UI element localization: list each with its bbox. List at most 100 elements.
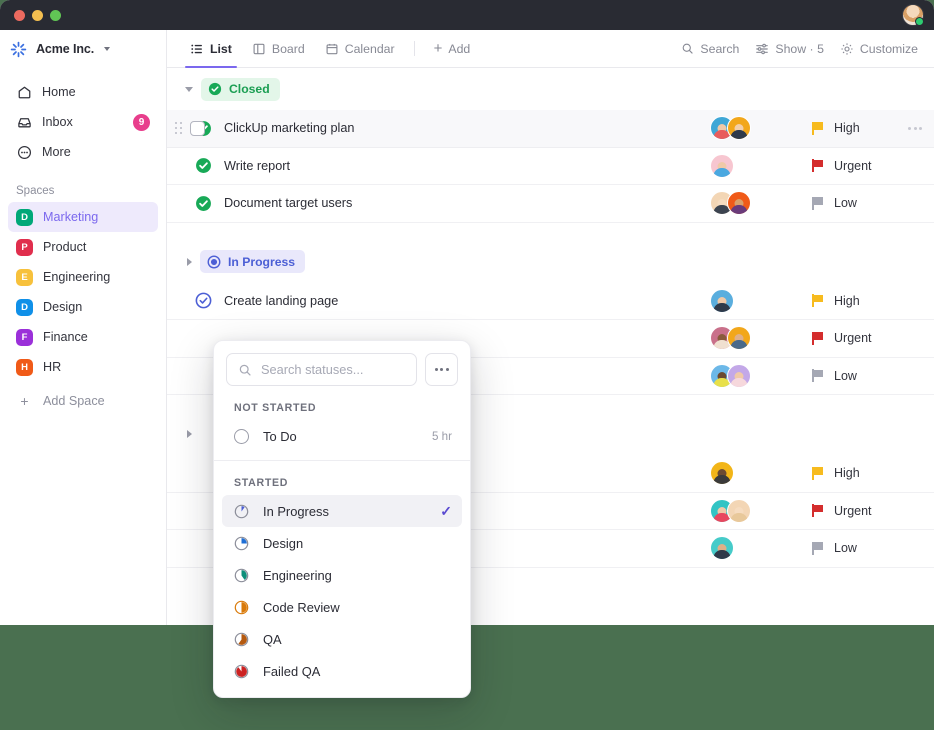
priority-label: Low bbox=[834, 541, 857, 556]
status-option-engineering-label: Engineering bbox=[263, 567, 332, 583]
avatar[interactable] bbox=[710, 153, 734, 178]
table-row[interactable]: Write report Urgent bbox=[167, 148, 934, 185]
status-option-engineering[interactable]: Engineering bbox=[222, 559, 462, 591]
assignee-avatars[interactable] bbox=[698, 536, 798, 561]
sidebar-item-inbox[interactable]: Inbox 9 bbox=[8, 107, 158, 137]
row-checkbox[interactable] bbox=[190, 120, 205, 136]
sidebar-item-design[interactable]: D Design bbox=[8, 292, 158, 322]
task-priority[interactable]: High bbox=[798, 121, 918, 135]
task-status-icon[interactable] bbox=[195, 502, 212, 519]
assignee-avatars[interactable] bbox=[698, 461, 798, 486]
assignee-avatars[interactable] bbox=[698, 116, 798, 141]
task-name[interactable]: ClickUp marketing plan bbox=[224, 121, 354, 135]
task-priority[interactable]: High bbox=[798, 466, 918, 480]
task-priority[interactable]: Low bbox=[798, 369, 918, 383]
task-status-icon[interactable] bbox=[195, 157, 212, 174]
priority-flag-icon bbox=[812, 466, 824, 480]
workspace-switcher[interactable]: Acme Inc. bbox=[0, 30, 166, 68]
space-avatar-product: P bbox=[16, 238, 33, 256]
task-name[interactable]: Create landing page bbox=[224, 294, 338, 308]
progress-pie-icon bbox=[234, 600, 249, 615]
task-priority[interactable]: Urgent bbox=[798, 159, 918, 173]
status-option-to-do[interactable]: To Do 5 hr bbox=[222, 420, 462, 452]
group-header-in-progress[interactable]: In Progress bbox=[167, 241, 934, 283]
expand-group-caret-icon[interactable] bbox=[187, 430, 192, 438]
group-header-closed[interactable]: Closed bbox=[167, 68, 934, 110]
task-priority[interactable]: Low bbox=[798, 196, 918, 210]
task-status-icon[interactable] bbox=[195, 195, 212, 212]
more-circle-icon bbox=[16, 144, 32, 160]
task-status-icon[interactable] bbox=[195, 330, 212, 347]
task-name[interactable]: Write report bbox=[224, 159, 290, 173]
avatar[interactable] bbox=[727, 498, 751, 523]
tab-calendar[interactable]: Calendar bbox=[316, 30, 404, 67]
sidebar-item-product[interactable]: P Product bbox=[8, 232, 158, 262]
minimize-window-button[interactable] bbox=[32, 9, 43, 21]
task-priority[interactable]: Low bbox=[798, 541, 918, 555]
avatar[interactable] bbox=[727, 191, 751, 216]
toolbar-divider bbox=[413, 41, 415, 56]
space-avatar-design: D bbox=[16, 298, 33, 316]
task-priority[interactable]: Urgent bbox=[798, 331, 918, 345]
status-option-design[interactable]: Design bbox=[222, 527, 462, 559]
avatar[interactable] bbox=[727, 363, 751, 388]
add-view-button[interactable]: + Add bbox=[425, 30, 480, 67]
sidebar-item-marketing[interactable]: D Marketing bbox=[8, 202, 158, 232]
assignee-avatars[interactable] bbox=[698, 153, 798, 178]
add-space-button[interactable]: + Add Space bbox=[8, 386, 158, 416]
row-options-icon[interactable] bbox=[908, 126, 922, 130]
close-window-button[interactable] bbox=[14, 9, 25, 21]
task-priority[interactable]: Urgent bbox=[798, 504, 918, 518]
avatar[interactable] bbox=[727, 326, 751, 351]
section-title-started: STARTED bbox=[234, 477, 289, 489]
status-option-code-review[interactable]: Code Review bbox=[222, 591, 462, 623]
space-avatar-marketing: D bbox=[16, 208, 33, 226]
sidebar-item-engineering[interactable]: E Engineering bbox=[8, 262, 158, 292]
assignee-avatars[interactable] bbox=[698, 288, 798, 313]
avatar[interactable] bbox=[710, 288, 734, 313]
group-status-pill-closed[interactable]: Closed bbox=[201, 77, 280, 101]
dropdown-more-options-button[interactable] bbox=[425, 353, 458, 386]
chevron-down-icon[interactable] bbox=[104, 47, 111, 51]
task-status-icon[interactable] bbox=[195, 367, 212, 384]
table-row[interactable]: Create landing page High bbox=[167, 283, 934, 320]
status-option-in-progress[interactable]: In Progress ✓ bbox=[222, 495, 462, 527]
group-status-pill-in-progress[interactable]: In Progress bbox=[200, 250, 306, 273]
view-toolbar: List Board Calendar + Add Search Show · … bbox=[167, 30, 934, 68]
primary-nav: Home Inbox 9 More bbox=[0, 68, 166, 167]
status-option-qa[interactable]: QA bbox=[222, 623, 462, 655]
avatar[interactable] bbox=[710, 461, 734, 486]
task-status-icon[interactable] bbox=[195, 465, 212, 482]
sidebar-item-finance[interactable]: F Finance bbox=[8, 322, 158, 352]
table-row[interactable]: ClickUp marketing plan High bbox=[167, 110, 934, 148]
current-user-avatar[interactable] bbox=[902, 4, 924, 26]
add-view-label: Add bbox=[448, 41, 471, 56]
drag-handle-icon[interactable] bbox=[175, 121, 183, 135]
spaces-section-title: Spaces bbox=[16, 185, 55, 197]
task-priority[interactable]: High bbox=[798, 294, 918, 308]
sidebar-item-home[interactable]: Home bbox=[8, 77, 158, 107]
task-status-icon[interactable] bbox=[195, 292, 212, 309]
search-button[interactable]: Search bbox=[681, 42, 739, 56]
sidebar-item-more[interactable]: More bbox=[8, 137, 158, 167]
expand-group-caret-icon[interactable] bbox=[187, 257, 192, 266]
assignee-avatars[interactable] bbox=[698, 191, 798, 216]
task-status-icon[interactable] bbox=[195, 540, 212, 557]
tab-list[interactable]: List bbox=[181, 30, 241, 68]
task-name[interactable]: Document target users bbox=[224, 196, 352, 210]
assignee-avatars[interactable] bbox=[698, 326, 798, 351]
collapse-group-caret-icon[interactable] bbox=[185, 86, 193, 92]
maximize-window-button[interactable] bbox=[50, 9, 61, 21]
show-button[interactable]: Show · 5 bbox=[755, 42, 824, 56]
tab-board[interactable]: Board bbox=[243, 30, 314, 67]
customize-button[interactable]: Customize bbox=[840, 42, 918, 56]
assignee-avatars[interactable] bbox=[698, 363, 798, 388]
status-option-failed-qa[interactable]: Failed QA bbox=[222, 655, 462, 687]
search-input[interactable] bbox=[261, 362, 405, 377]
sidebar-item-hr[interactable]: H HR bbox=[8, 352, 158, 382]
table-row[interactable]: Document target users Low bbox=[167, 185, 934, 223]
search-statuses-field[interactable] bbox=[226, 353, 417, 386]
avatar[interactable] bbox=[727, 116, 751, 141]
avatar[interactable] bbox=[710, 536, 734, 561]
assignee-avatars[interactable] bbox=[698, 498, 798, 523]
